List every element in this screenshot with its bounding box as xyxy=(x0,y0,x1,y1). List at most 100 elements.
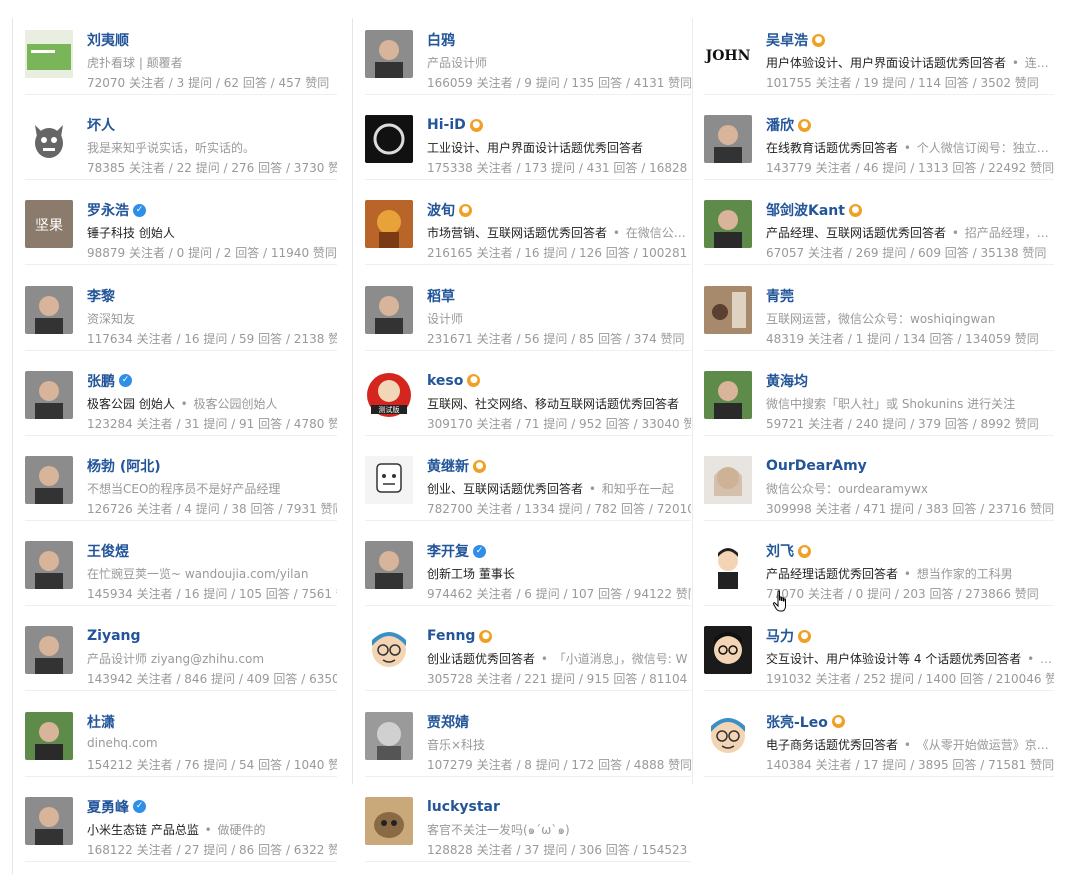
avatar[interactable]: JOHN xyxy=(704,30,752,78)
avatar[interactable] xyxy=(704,711,752,760)
user-card: 李开复 ✓ 创新工场 董事长 974462 关注者 / 6 提问 / 107 回答 /… xyxy=(365,529,691,607)
avatar[interactable] xyxy=(704,626,752,675)
user-name-link[interactable]: keso xyxy=(427,373,463,389)
user-name-link[interactable]: 刘夷顺 xyxy=(87,30,129,50)
user-card: 张鹏 ✓ 极客公园 创始人 • 极客公园创始人 123284 关注者 / 31 提问 … xyxy=(25,359,337,436)
user-name-link[interactable]: 夏勇峰 xyxy=(87,797,129,817)
avatar[interactable] xyxy=(704,456,752,504)
user-name-link[interactable]: 稻草 xyxy=(427,286,455,306)
user-name-link[interactable]: 刘飞 xyxy=(766,541,794,561)
avatar-photo xyxy=(365,541,413,590)
name-row: 张鹏 ✓ xyxy=(87,371,132,391)
avatar[interactable] xyxy=(365,200,413,249)
avatar[interactable] xyxy=(25,796,73,845)
avatar[interactable] xyxy=(365,711,413,760)
user-stats: 175338 关注者 / 173 提问 / 431 回答 / 16828 赞同 xyxy=(427,161,691,176)
user-stats: 216165 关注者 / 16 提问 / 126 回答 / 100281 赞同 xyxy=(427,246,691,261)
avatar[interactable] xyxy=(25,115,73,164)
separator-dot: • xyxy=(1008,56,1023,70)
best-answerer-icon: ● xyxy=(798,544,811,558)
separator-dot: • xyxy=(609,226,624,241)
user-name-link[interactable]: 黄海均 xyxy=(766,371,808,391)
avatar[interactable] xyxy=(365,626,413,675)
user-bio: 互联网运营，微信公众号：woshiqingwan xyxy=(766,310,1054,327)
user-name-link[interactable]: OurDearAmy xyxy=(766,458,867,474)
avatar[interactable] xyxy=(365,541,413,590)
avatar[interactable] xyxy=(704,115,752,164)
avatar[interactable]: 测试版 xyxy=(365,370,413,419)
avatar[interactable]: 坚果 xyxy=(25,200,73,249)
user-description: 微信中搜索「职人社」或 Shokunins 进行关注 xyxy=(766,396,1016,411)
user-name-link[interactable]: 杨勃 (阿北) xyxy=(87,456,161,476)
user-card: Hi-iD ● 工业设计、用户界面设计话题优秀回答者 175338 关注者 / 173… xyxy=(365,103,691,181)
user-card: 坚果 罗永浩 ✓ 锤子科技 创始人 98879 关注者 / 0 提问 / 2 回答 / … xyxy=(25,188,337,266)
user-name-link[interactable]: 李黎 xyxy=(87,286,115,306)
avatar[interactable] xyxy=(704,370,752,419)
user-description: 设计师 xyxy=(427,311,464,326)
user-name-link[interactable]: 杜潇 xyxy=(87,712,115,732)
user-stats: 231671 关注者 / 56 提问 / 85 回答 / 374 赞同 xyxy=(427,331,685,346)
name-row: 刘飞 ● xyxy=(766,541,811,561)
user-name-link[interactable]: 邹剑波Kant xyxy=(766,200,845,220)
user-bio: 交互设计、用户体验设计等 4 个话题优秀回答者 • … xyxy=(766,650,1054,667)
avatar[interactable] xyxy=(365,30,413,78)
avatar-cartoon-man xyxy=(704,541,752,590)
user-name-link[interactable]: 王俊煜 xyxy=(87,541,129,561)
user-stats: 98879 关注者 / 0 提问 / 2 回答 / 11940 赞同 xyxy=(87,246,337,261)
separator-dot: • xyxy=(585,482,600,496)
user-name-link[interactable]: 马力 xyxy=(766,626,794,646)
avatar[interactable] xyxy=(25,30,73,78)
user-card: luckystar 客官不关注一发吗(๑´ω`๑) 128828 关注者 / 37 … xyxy=(365,785,691,862)
user-name-link[interactable]: Fenng xyxy=(427,628,475,644)
avatar[interactable] xyxy=(365,456,413,504)
user-name-link[interactable]: 吴卓浩 xyxy=(766,30,808,50)
user-name-link[interactable]: luckystar xyxy=(427,799,500,815)
user-card: 黄海均 微信中搜索「职人社」或 Shokunins 进行关注 59721 关注者 /… xyxy=(704,359,1054,436)
name-row: 贾郑婧 xyxy=(427,712,469,732)
user-name-link[interactable]: 张亮-Leo xyxy=(766,712,828,732)
user-name-link[interactable]: 黄继新 xyxy=(427,456,469,476)
user-stats: 48319 关注者 / 1 提问 / 134 回答 / 134059 赞同 xyxy=(766,331,1039,346)
user-bio: 工业设计、用户界面设计话题优秀回答者 xyxy=(427,139,691,156)
user-card: 坏人 我是来知乎说实话，听实话的。 78385 关注者 / 22 提问 / 276 … xyxy=(25,103,337,181)
avatar[interactable] xyxy=(25,626,73,675)
user-name-link[interactable]: 白鸦 xyxy=(427,30,455,50)
avatar[interactable] xyxy=(25,711,73,760)
separator-dot: • xyxy=(200,822,216,837)
user-name-link[interactable]: Ziyang xyxy=(87,628,141,644)
avatar[interactable] xyxy=(25,541,73,590)
user-card: Ziyang 产品设计师 ziyang@zhihu.com 143942 关注者 /… xyxy=(25,614,337,692)
avatar[interactable] xyxy=(25,370,73,419)
user-name-link[interactable]: 贾郑婧 xyxy=(427,712,469,732)
user-headline: 交互设计、用户体验设计等 4 个话题优秀回答者 xyxy=(766,652,1022,667)
user-card: 杜潇 dinehq.com 154212 关注者 / 76 提问 / 54 回答 /… xyxy=(25,700,337,777)
avatar[interactable] xyxy=(704,541,752,590)
name-row: 坏人 xyxy=(87,115,115,135)
avatar-cartoon-man2 xyxy=(704,626,752,675)
avatar[interactable] xyxy=(704,285,752,334)
user-name-link[interactable]: 罗永浩 xyxy=(87,200,129,220)
name-row: 青莞 xyxy=(766,286,794,306)
separator-dot: • xyxy=(900,141,915,156)
avatar[interactable] xyxy=(365,115,413,164)
user-stats: 168122 关注者 / 27 提问 / 86 回答 / 6322 赞同 xyxy=(87,842,337,857)
svg-text:测试版: 测试版 xyxy=(379,405,400,414)
user-bio: 产品经理、互联网话题优秀回答者 • 招产品经理，… xyxy=(766,224,1054,241)
user-name-link[interactable]: 波旬 xyxy=(427,200,455,220)
user-card: 邹剑波Kant ● 产品经理、互联网话题优秀回答者 • 招产品经理，… 67057 关… xyxy=(704,188,1054,266)
avatar[interactable] xyxy=(365,285,413,334)
avatar[interactable] xyxy=(25,456,73,504)
user-name-link[interactable]: 潘欣 xyxy=(766,115,794,135)
avatar[interactable] xyxy=(704,200,752,249)
user-card: 青莞互联网运营，微信公众号：woshiqingwan 48319 关注者 / 1 … xyxy=(704,274,1054,351)
user-description: 在微信公号id xyxy=(625,226,691,241)
avatar-red-cartoon: 测试版 xyxy=(365,370,413,419)
user-name-link[interactable]: 坏人 xyxy=(87,115,115,135)
user-description: 「小道消息」，微信号: W xyxy=(553,652,688,667)
user-name-link[interactable]: 张鹏 xyxy=(87,371,115,391)
user-name-link[interactable]: 李开复 xyxy=(427,541,469,561)
avatar[interactable] xyxy=(365,796,413,845)
avatar[interactable] xyxy=(25,285,73,334)
user-name-link[interactable]: Hi-iD xyxy=(427,117,466,133)
user-name-link[interactable]: 青莞 xyxy=(766,286,794,306)
